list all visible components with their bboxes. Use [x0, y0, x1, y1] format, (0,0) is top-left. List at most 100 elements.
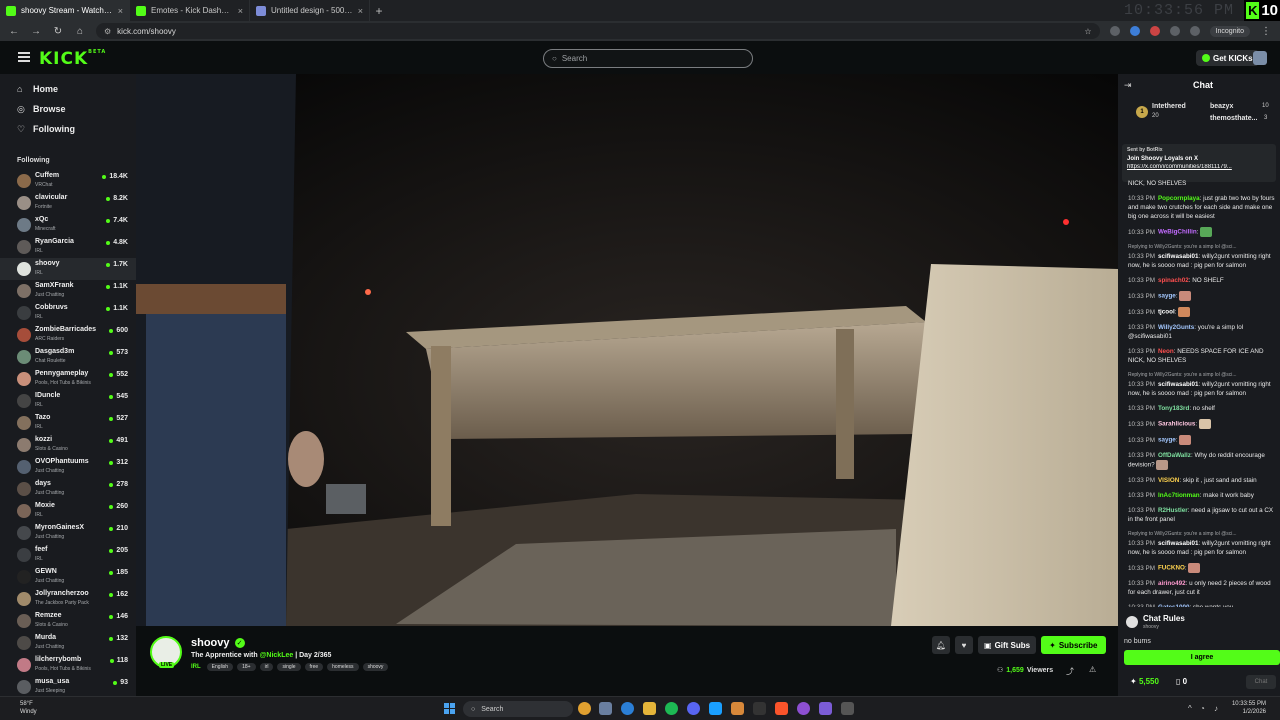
windows-start-icon[interactable]	[444, 703, 455, 714]
collapse-chat-icon[interactable]: ⇥	[1124, 80, 1132, 91]
back-icon[interactable]: ←	[8, 26, 20, 37]
sidebar-item-browse[interactable]: ◎ Browse	[17, 104, 66, 114]
browser-tab[interactable]: Untitled design - 500 × 500px ×	[250, 0, 370, 21]
reply-context[interactable]: Replying to Willy2Gunts: you're a simp l…	[1128, 530, 1278, 539]
chevron-up-icon[interactable]: ^	[1188, 704, 1192, 713]
pinned-link[interactable]: https://x.com/i/communities/18811179...	[1127, 164, 1271, 170]
pinned-message[interactable]: Sent by BotRix Join Shoovy Loyals on X h…	[1122, 144, 1276, 182]
sidebar-channel[interactable]: shoovy IRL 1.7K	[0, 258, 136, 280]
chat-username[interactable]: Tony183rd	[1158, 405, 1189, 412]
sidebar-channel[interactable]: Moxie IRL 260	[0, 500, 136, 522]
spotify-icon[interactable]	[665, 702, 678, 715]
chat-username[interactable]: InAc7tionman	[1158, 492, 1200, 499]
sidebar-channel[interactable]: Cobbruvs IRL 1.1K	[0, 302, 136, 324]
sidebar-channel[interactable]: Jollyrancherzoo The Jackbox Party Pack 1…	[0, 588, 136, 610]
get-kicks-button[interactable]: Get KICKs	[1196, 50, 1259, 66]
subscribe-button[interactable]: ✦ Subscribe	[1041, 636, 1106, 654]
forward-icon[interactable]: →	[30, 26, 42, 37]
chrome-icon[interactable]	[578, 702, 591, 715]
leaderboard-name[interactable]: themosthate...	[1210, 115, 1257, 122]
app-icon[interactable]	[841, 702, 854, 715]
sidebar-channel[interactable]: Cuffem VRChat 18.4K	[0, 170, 136, 192]
volume-icon[interactable]: ♪	[1214, 704, 1218, 713]
menu-dots-icon[interactable]: ⋮	[1260, 26, 1272, 37]
send-chat-button[interactable]: Chat	[1246, 675, 1276, 689]
sidebar-channel[interactable]: ZombieBarricades ARC Raiders 600	[0, 324, 136, 346]
sidebar-channel[interactable]: OVOPhantuums Just Chatting 312	[0, 456, 136, 478]
edge-icon[interactable]	[621, 702, 634, 715]
sidebar-channel[interactable]: GEWN Just Chatting 185	[0, 566, 136, 588]
chat-username[interactable]: scifiwasabi01	[1158, 540, 1199, 547]
follow-heart-button[interactable]: ♥	[955, 636, 973, 654]
extension-icon[interactable]	[1129, 26, 1140, 36]
sidebar-channel[interactable]: Dasgasd3m Chat Roulette 573	[0, 346, 136, 368]
leaderboard-name[interactable]: beazyx	[1210, 103, 1233, 110]
chat-username[interactable]: R2Hustler	[1158, 507, 1188, 514]
site-info-icon[interactable]: ⚙	[104, 27, 111, 36]
stream-tag[interactable]: irl	[259, 663, 274, 671]
sidebar-channel[interactable]: clavicular Fortnite 8.2K	[0, 192, 136, 214]
stream-tag[interactable]: English	[206, 663, 234, 671]
sidebar-channel[interactable]: xQc Minecraft 7.4K	[0, 214, 136, 236]
taskbar-search[interactable]: ○ Search	[463, 701, 573, 717]
sidebar-channel[interactable]: Tazo IRL 527	[0, 412, 136, 434]
stream-tag[interactable]: homeless	[327, 663, 359, 671]
notification-bell-button[interactable]: 🔔︎	[932, 636, 950, 654]
chat-username[interactable]: sayge	[1158, 437, 1176, 444]
chat-username[interactable]: Popcornplaya	[1158, 195, 1200, 202]
kicks-balance[interactable]: ✦ 5,550	[1130, 677, 1159, 686]
stream-tag[interactable]: 18+	[237, 663, 256, 671]
sidebar-channel[interactable]: RyanGarcia IRL 4.8K	[0, 236, 136, 258]
sidebar-channel[interactable]: lilcherrybomb Pools, Hot Tubs & Bikinis …	[0, 654, 136, 676]
chat-username[interactable]: sayge	[1158, 293, 1176, 300]
user-avatar[interactable]	[1253, 51, 1267, 65]
sidebar-channel[interactable]: feef IRL 205	[0, 544, 136, 566]
brave-icon[interactable]	[775, 702, 788, 715]
search-input[interactable]: ○ Search	[543, 49, 753, 68]
extensions-puzzle-icon[interactable]	[1169, 26, 1180, 36]
chat-username[interactable]: WeBigChillin	[1158, 229, 1197, 236]
chat-username[interactable]: Sarahlicious	[1158, 421, 1195, 428]
stream-tag[interactable]: free	[304, 663, 324, 671]
chat-username[interactable]: VISION	[1158, 477, 1179, 484]
browser-tab[interactable]: Emotes - Kick Dashboard ×	[130, 0, 250, 21]
home-browser-icon[interactable]: ⌂	[74, 26, 86, 37]
app-icon[interactable]	[731, 702, 744, 715]
new-tab-button[interactable]: +	[370, 0, 388, 21]
chat-username[interactable]: Willy2Gunts	[1158, 324, 1194, 331]
kick-logo[interactable]: KICKBETA	[39, 49, 106, 69]
chat-username[interactable]: Neon	[1158, 348, 1174, 355]
chat-username[interactable]: Gates1000	[1158, 604, 1190, 607]
hamburger-menu-icon[interactable]	[18, 52, 30, 62]
gift-subs-button[interactable]: ▣ Gift Subs	[978, 636, 1037, 654]
stream-title-mention[interactable]: @NickLee	[260, 652, 294, 659]
reply-context[interactable]: Replying to Willy2Gunts: you're a simp l…	[1128, 371, 1278, 380]
bookmark-star-icon[interactable]: ☆	[1084, 27, 1091, 36]
close-tab-icon[interactable]: ×	[238, 6, 243, 16]
file-explorer-icon[interactable]	[599, 702, 612, 715]
address-bar[interactable]: ⚙ kick.com/shoovy ☆	[96, 23, 1100, 39]
download-icon[interactable]	[1189, 26, 1200, 36]
sidebar-channel[interactable]: Pennygameplay Pools, Hot Tubs & Bikinis …	[0, 368, 136, 390]
sidebar-channel[interactable]: days Just Chatting 278	[0, 478, 136, 500]
extension-icon[interactable]	[1109, 26, 1120, 36]
sidebar-item-following[interactable]: ♡ Following	[17, 124, 75, 134]
weather-widget[interactable]: 58°F Windy	[20, 700, 37, 716]
obs-icon[interactable]	[797, 702, 810, 715]
stream-tag[interactable]: single	[277, 663, 301, 671]
terminal-icon[interactable]	[753, 702, 766, 715]
chat-username[interactable]: FUCKNO	[1158, 565, 1185, 572]
chat-username[interactable]: tjcool	[1158, 309, 1175, 316]
browser-tab[interactable]: shoovy Stream - Watch Live ×	[0, 0, 130, 21]
sidebar-item-home[interactable]: ⌂ Home	[17, 84, 58, 94]
video-player[interactable]	[136, 74, 1118, 626]
sidebar-channel[interactable]: Remzee Slots & Casino 146	[0, 610, 136, 632]
chat-username[interactable]: OffDaWallz	[1158, 452, 1191, 459]
share-icon[interactable]: ⤴	[1066, 666, 1074, 677]
folder-icon[interactable]	[643, 702, 656, 715]
sidebar-channel[interactable]: IDuncle IRL 545	[0, 390, 136, 412]
streamer-name[interactable]: shoovy ✓	[191, 637, 245, 649]
chat-username[interactable]: spinach02	[1158, 277, 1189, 284]
sidebar-channel[interactable]: MyronGainesX Just Chatting 210	[0, 522, 136, 544]
reply-context[interactable]: Replying to Willy2Gunts: you're a simp l…	[1128, 243, 1278, 252]
